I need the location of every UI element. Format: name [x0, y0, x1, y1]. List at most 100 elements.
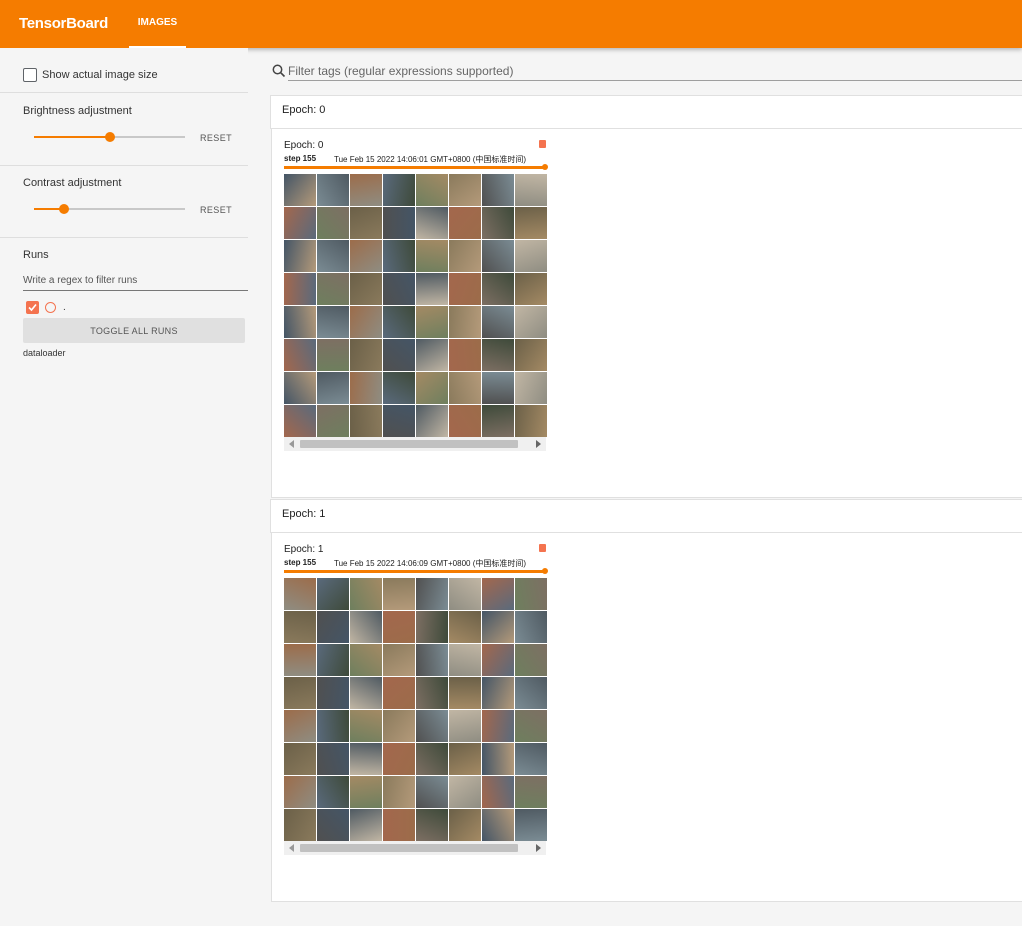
- runs-title: Runs: [23, 249, 49, 261]
- image-thumbnail: [449, 578, 481, 610]
- image-thumbnail: [416, 644, 448, 676]
- scrollbar-thumb[interactable]: [300, 440, 518, 448]
- run-checkbox[interactable]: [26, 301, 39, 314]
- card-title: Epoch: 0: [284, 140, 324, 151]
- image-thumbnail: [350, 809, 382, 841]
- group-header[interactable]: Epoch: 0: [270, 95, 1022, 129]
- image-thumbnail: [449, 809, 481, 841]
- card-timestamp: Tue Feb 15 2022 14:06:09 GMT+0800 (中国标准时…: [334, 559, 527, 568]
- image-thumbnail: [482, 611, 514, 643]
- step-slider-thumb[interactable]: [542, 164, 548, 170]
- contrast-title: Contrast adjustment: [23, 177, 122, 189]
- image-thumbnail: [284, 611, 316, 643]
- image-thumbnail: [449, 677, 481, 709]
- image-thumbnail: [350, 611, 382, 643]
- image-thumbnail: [515, 677, 547, 709]
- scroll-left-icon[interactable]: [289, 440, 294, 448]
- image-thumbnail: [449, 339, 481, 371]
- brightness-slider[interactable]: [34, 131, 185, 143]
- scroll-left-icon[interactable]: [289, 844, 294, 852]
- image-thumbnail: [317, 776, 349, 808]
- image-thumbnail: [284, 743, 316, 775]
- image-thumbnail: [383, 273, 415, 305]
- image-thumbnail: [482, 710, 514, 742]
- image-thumbnail: [383, 710, 415, 742]
- top-app-bar: TensorBoard IMAGES: [0, 0, 1022, 48]
- image-thumbnail: [416, 743, 448, 775]
- step-slider[interactable]: [284, 568, 548, 574]
- brightness-title: Brightness adjustment: [23, 105, 132, 117]
- image-thumbnail: [449, 273, 481, 305]
- run-name: .: [63, 302, 66, 313]
- tag-filter-input[interactable]: [288, 62, 1022, 81]
- app-brand: TensorBoard: [19, 15, 108, 32]
- brightness-reset-button[interactable]: RESET: [200, 133, 232, 143]
- tab-images-label: IMAGES: [137, 17, 178, 28]
- group-header[interactable]: Epoch: 1: [270, 499, 1022, 533]
- run-color-swatch[interactable]: [45, 302, 56, 313]
- image-thumbnail: [383, 644, 415, 676]
- image-thumbnail: [350, 174, 382, 206]
- image-grid: [284, 578, 547, 841]
- toggle-all-runs-button[interactable]: TOGGLE ALL RUNS: [23, 318, 245, 343]
- image-thumbnail: [383, 174, 415, 206]
- image-thumbnail: [350, 339, 382, 371]
- image-thumbnail: [383, 207, 415, 239]
- image-thumbnail: [482, 306, 514, 338]
- horizontal-scrollbar[interactable]: [284, 437, 546, 451]
- image-thumbnail: [317, 710, 349, 742]
- image-thumbnail: [317, 339, 349, 371]
- image-thumbnail: [317, 207, 349, 239]
- image-thumbnail: [317, 644, 349, 676]
- step-slider[interactable]: [284, 164, 548, 170]
- card-step: step 155: [284, 154, 317, 163]
- image-thumbnail: [449, 372, 481, 404]
- scroll-right-icon[interactable]: [536, 844, 541, 852]
- scrollbar-thumb[interactable]: [300, 844, 518, 852]
- image-thumbnail: [515, 710, 547, 742]
- image-thumbnail: [449, 207, 481, 239]
- image-thumbnail: [350, 207, 382, 239]
- show-actual-size-checkbox[interactable]: [23, 68, 37, 82]
- runs-filter-input[interactable]: [23, 270, 248, 291]
- image-thumbnail: [515, 405, 547, 437]
- search-icon: [272, 64, 286, 78]
- image-thumbnail: [416, 273, 448, 305]
- image-thumbnail: [482, 743, 514, 775]
- scroll-right-icon[interactable]: [536, 440, 541, 448]
- image-thumbnail: [383, 405, 415, 437]
- show-actual-size-option[interactable]: Show actual image size: [23, 67, 158, 83]
- sidebar-divider: [0, 237, 248, 238]
- contrast-slider[interactable]: [34, 203, 185, 215]
- image-thumbnail: [284, 339, 316, 371]
- image-thumbnail: [350, 372, 382, 404]
- image-thumbnail: [449, 405, 481, 437]
- sidebar-divider: [0, 92, 248, 93]
- image-thumbnail: [350, 776, 382, 808]
- tab-images[interactable]: IMAGES: [129, 0, 186, 48]
- image-thumbnail: [416, 174, 448, 206]
- image-thumbnail: [449, 644, 481, 676]
- contrast-thumb[interactable]: [59, 204, 70, 214]
- step-slider-thumb[interactable]: [542, 568, 548, 574]
- image-thumbnail: [317, 174, 349, 206]
- image-thumbnail: [317, 611, 349, 643]
- image-card: Epoch: 1 step 155 Tue Feb 15 2022 14:06:…: [284, 544, 548, 859]
- brightness-thumb[interactable]: [104, 132, 115, 142]
- image-thumbnail: [350, 273, 382, 305]
- image-thumbnail: [350, 710, 382, 742]
- image-thumbnail: [383, 306, 415, 338]
- image-thumbnail: [416, 405, 448, 437]
- image-thumbnail: [284, 240, 316, 272]
- contrast-reset-button[interactable]: RESET: [200, 205, 232, 215]
- image-thumbnail: [482, 273, 514, 305]
- card-title: Epoch: 1: [284, 544, 324, 555]
- horizontal-scrollbar[interactable]: [284, 841, 546, 855]
- image-thumbnail: [416, 677, 448, 709]
- image-thumbnail: [317, 240, 349, 272]
- image-thumbnail: [317, 578, 349, 610]
- image-thumbnail: [284, 809, 316, 841]
- image-thumbnail: [350, 405, 382, 437]
- sidebar: Show actual image size Brightness adjust…: [0, 48, 248, 926]
- image-thumbnail: [482, 207, 514, 239]
